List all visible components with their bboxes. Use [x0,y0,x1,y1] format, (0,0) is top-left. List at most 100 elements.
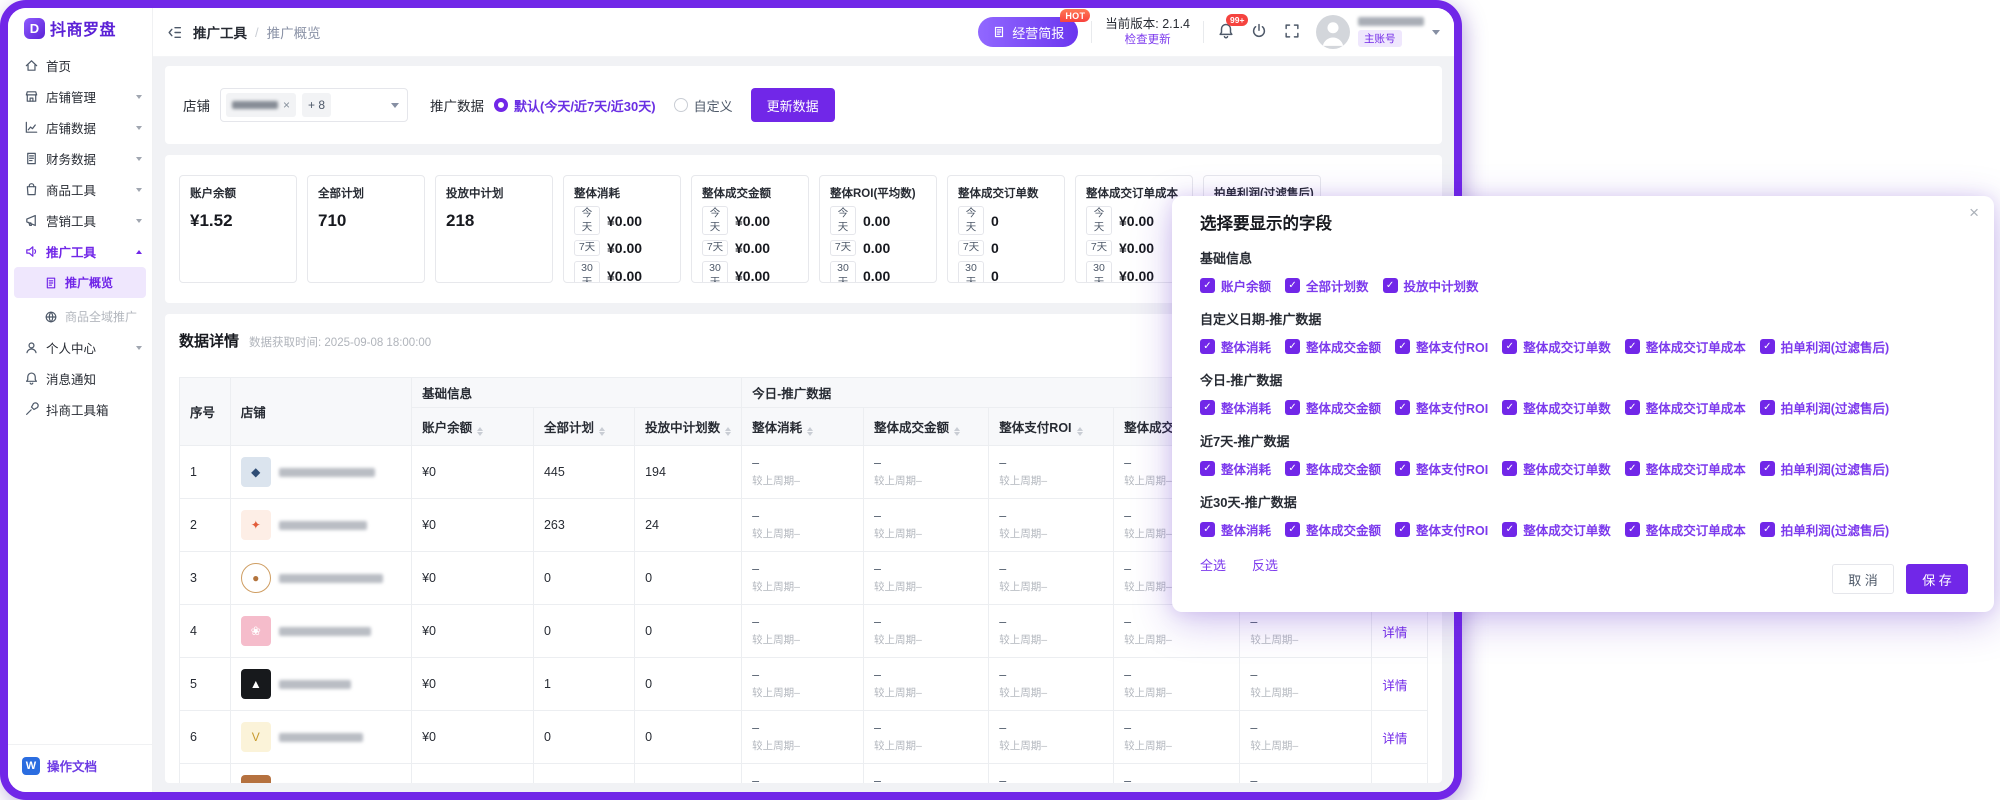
checkbox-checked-icon[interactable]: ✓ [1502,339,1517,354]
field-checkbox-item[interactable]: ✓整体成交订单数 [1502,520,1611,539]
column-header-3[interactable]: 全部计划 [533,408,634,446]
radio-custom-range[interactable]: 自定义 [674,96,733,115]
sidebar-item-toolbox[interactable]: 抖商工具箱 [8,394,152,425]
field-checkbox-item[interactable]: ✓整体成交订单成本 [1625,459,1746,478]
check-update-link[interactable]: 检查更新 [1105,33,1190,48]
detail-link[interactable]: 详情 [1382,626,1407,640]
column-header-7[interactable]: 整体支付ROI [989,408,1114,446]
sidebar-item-home[interactable]: 首页 [8,50,152,81]
checkbox-checked-icon[interactable]: ✓ [1625,400,1640,415]
notification-bell-button[interactable]: 99+ [1217,22,1237,42]
close-icon[interactable]: × [1969,204,1979,221]
field-checkbox-item[interactable]: ✓拍单利润(过滤售后) [1760,337,1889,356]
checkbox-checked-icon[interactable]: ✓ [1200,400,1215,415]
radio-selected-icon[interactable] [494,98,508,112]
sort-icon[interactable] [807,427,813,436]
field-checkbox-item[interactable]: ✓拍单利润(过滤售后) [1760,459,1889,478]
checkbox-checked-icon[interactable]: ✓ [1285,461,1300,476]
field-checkbox-item[interactable]: ✓全部计划数 [1285,276,1369,295]
column-header-4[interactable]: 投放中计划数 [635,408,742,446]
field-checkbox-item[interactable]: ✓整体成交订单成本 [1625,337,1746,356]
sidebar-item-marketing-tools[interactable]: 营销工具 [8,205,152,236]
field-checkbox-item[interactable]: ✓整体成交金额 [1285,398,1381,417]
checkbox-checked-icon[interactable]: ✓ [1395,461,1410,476]
field-checkbox-item[interactable]: ✓整体成交订单数 [1502,337,1611,356]
sort-icon[interactable] [599,427,605,436]
checkbox-checked-icon[interactable]: ✓ [1625,522,1640,537]
sidebar-item-notifications[interactable]: 消息通知 [8,363,152,394]
checkbox-checked-icon[interactable]: ✓ [1200,522,1215,537]
checkbox-checked-icon[interactable]: ✓ [1502,400,1517,415]
sidebar-item-promo-tools[interactable]: 推广工具 [8,236,152,267]
field-checkbox-item[interactable]: ✓账户余额 [1200,276,1271,295]
field-checkbox-item[interactable]: ✓整体消耗 [1200,520,1271,539]
field-checkbox-item[interactable]: ✓整体消耗 [1200,459,1271,478]
field-checkbox-item[interactable]: ✓整体成交金额 [1285,520,1381,539]
sidebar-item-shop-manage[interactable]: 店铺管理 [8,81,152,112]
sidebar-item-product-tools[interactable]: 商品工具 [8,174,152,205]
sidebar-item-global-promo[interactable]: 商品全域推广 [8,301,152,332]
field-checkbox-item[interactable]: ✓投放中计划数 [1383,276,1479,295]
collapse-menu-icon[interactable] [166,24,183,41]
checkbox-checked-icon[interactable]: ✓ [1200,339,1215,354]
checkbox-checked-icon[interactable]: ✓ [1502,461,1517,476]
checkbox-checked-icon[interactable]: ✓ [1285,339,1300,354]
field-checkbox-item[interactable]: ✓整体成交金额 [1285,337,1381,356]
app-logo[interactable]: D 抖商罗盘 [8,8,152,48]
field-checkbox-item[interactable]: ✓整体支付ROI [1395,337,1488,356]
field-checkbox-item[interactable]: ✓整体成交订单数 [1502,459,1611,478]
field-checkbox-item[interactable]: ✓整体成交订单成本 [1625,520,1746,539]
fullscreen-button[interactable] [1283,22,1303,42]
field-checkbox-item[interactable]: ✓整体成交订单数 [1502,398,1611,417]
radio-default-range[interactable]: 默认(今天/近7天/近30天) [494,96,656,115]
checkbox-checked-icon[interactable]: ✓ [1395,522,1410,537]
sidebar-item-personal-center[interactable]: 个人中心 [8,332,152,363]
sidebar-item-promo-overview[interactable]: 推广概览 [14,267,146,298]
field-checkbox-item[interactable]: ✓整体消耗 [1200,398,1271,417]
checkbox-checked-icon[interactable]: ✓ [1502,522,1517,537]
account-menu[interactable]: 主账号 [1316,15,1440,49]
sort-icon[interactable] [725,427,731,436]
radio-unselected-icon[interactable] [674,98,688,112]
sort-icon[interactable] [1077,427,1083,436]
checkbox-checked-icon[interactable]: ✓ [1760,522,1775,537]
shop-select[interactable]: × + 8 [220,88,408,122]
checkbox-checked-icon[interactable]: ✓ [1395,400,1410,415]
checkbox-checked-icon[interactable]: ✓ [1625,461,1640,476]
checkbox-checked-icon[interactable]: ✓ [1285,278,1300,293]
save-button[interactable]: 保 存 [1906,564,1968,594]
checkbox-checked-icon[interactable]: ✓ [1285,522,1300,537]
field-checkbox-item[interactable]: ✓整体支付ROI [1395,398,1488,417]
sidebar-item-finance-data[interactable]: 财务数据 [8,143,152,174]
column-header-5[interactable]: 整体消耗 [742,408,864,446]
field-checkbox-item[interactable]: ✓整体支付ROI [1395,459,1488,478]
column-header-2[interactable]: 账户余额 [412,408,534,446]
select-all-link[interactable]: 全选 [1200,555,1226,574]
checkbox-checked-icon[interactable]: ✓ [1395,339,1410,354]
checkbox-checked-icon[interactable]: ✓ [1383,278,1398,293]
detail-link[interactable]: 详情 [1382,679,1407,693]
checkbox-checked-icon[interactable]: ✓ [1760,400,1775,415]
sidebar-item-shop-data[interactable]: 店铺数据 [8,112,152,143]
invert-selection-link[interactable]: 反选 [1252,555,1278,574]
checkbox-checked-icon[interactable]: ✓ [1760,461,1775,476]
field-checkbox-item[interactable]: ✓整体支付ROI [1395,520,1488,539]
sort-icon[interactable] [477,427,483,436]
breadcrumb-parent[interactable]: 推广工具 [193,22,247,42]
cancel-button[interactable]: 取 消 [1832,564,1894,594]
checkbox-checked-icon[interactable]: ✓ [1625,339,1640,354]
detail-link[interactable]: 详情 [1382,732,1407,746]
field-checkbox-item[interactable]: ✓整体成交金额 [1285,459,1381,478]
update-data-button[interactable]: 更新数据 [751,88,835,122]
sort-icon[interactable] [954,427,960,436]
field-checkbox-item[interactable]: ✓拍单利润(过滤售后) [1760,520,1889,539]
business-brief-button[interactable]: 经营简报 HOT [978,17,1078,47]
field-checkbox-item[interactable]: ✓整体消耗 [1200,337,1271,356]
logout-power-button[interactable] [1250,22,1270,42]
remove-tag-icon[interactable]: × [283,98,290,112]
field-checkbox-item[interactable]: ✓整体成交订单成本 [1625,398,1746,417]
checkbox-checked-icon[interactable]: ✓ [1200,278,1215,293]
doc-link[interactable]: W 操作文档 [8,744,152,786]
checkbox-checked-icon[interactable]: ✓ [1285,400,1300,415]
checkbox-checked-icon[interactable]: ✓ [1760,339,1775,354]
